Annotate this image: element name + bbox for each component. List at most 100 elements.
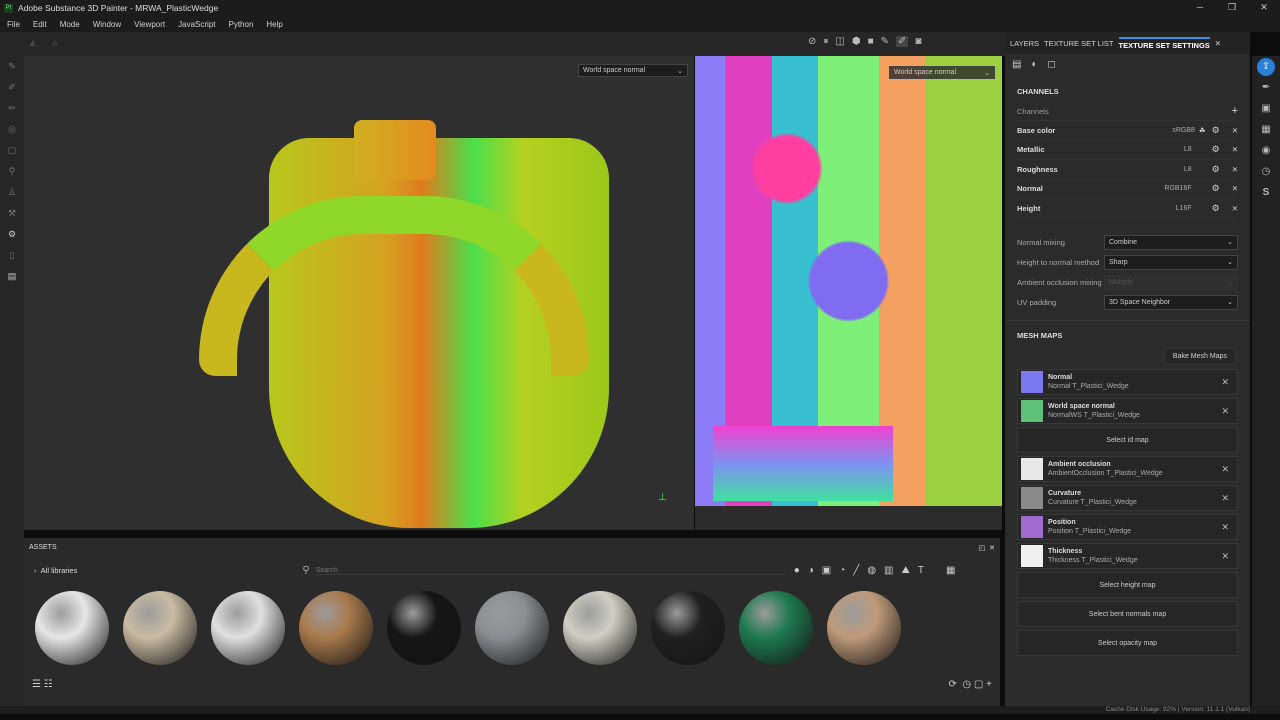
channel-row[interactable]: Roughness L8 ⚙ ✕ [1017, 160, 1238, 180]
remove-channel-icon[interactable]: ✕ [1232, 126, 1238, 135]
substance-icon[interactable]: S [1252, 182, 1280, 203]
menu-edit[interactable]: Edit [33, 20, 47, 29]
channel-format[interactable]: L8 [1132, 146, 1192, 153]
remove-map-icon[interactable]: ✕ [1221, 551, 1229, 562]
mesh-map-item[interactable]: Ambient occlusion AmbientOcclusion T_Plas… [1017, 456, 1238, 483]
asset-item[interactable]: cement_debris_06 [644, 591, 732, 671]
shader-icon[interactable]: ◉ [1252, 140, 1280, 161]
hide-icon[interactable]: ⊘ [808, 36, 816, 47]
channel-format[interactable]: L16F [1132, 205, 1192, 212]
eraser-tool-icon[interactable]: ✐ [0, 77, 24, 98]
select-map-button[interactable]: Select opacity map [1017, 630, 1238, 657]
select-map-button[interactable]: Select bent normals map [1017, 601, 1238, 628]
polyfill-tool-icon[interactable]: ⚒ [0, 203, 24, 224]
bake-tool-icon[interactable]: ⚙ [0, 224, 24, 245]
sort-icon[interactable]: ☰ [32, 679, 41, 690]
asset-item[interactable]: Bandage [204, 591, 292, 671]
menu-mode[interactable]: Mode [60, 20, 80, 29]
asset-item[interactable]: Carbon Fiber [380, 591, 468, 671]
view-mode-dropdown[interactable]: World space normal ⌄ [578, 64, 688, 77]
filter-particles-icon[interactable]: ◍ [867, 565, 876, 576]
remove-channel-icon[interactable]: ✕ [1232, 145, 1238, 154]
filter-alphas-icon[interactable]: ▥ [884, 565, 893, 576]
channel-format[interactable]: sRGB8 [1135, 127, 1195, 134]
expand-libraries-icon[interactable]: › [34, 566, 37, 575]
asset-item[interactable]: Autumn Leaf [28, 591, 116, 671]
select-map-button[interactable]: Select height map [1017, 572, 1238, 599]
filter-textures-icon[interactable]: ▣ [822, 565, 831, 576]
mesh-map-item[interactable]: Position Position T_Plastici_Wedge ✕ [1017, 514, 1238, 541]
menu-javascript[interactable]: JavaScript [178, 20, 215, 29]
history-icon[interactable]: ◷ [1252, 161, 1280, 182]
material-sphere-icon[interactable]: ◐ [1031, 59, 1037, 71]
geometry-tool-icon[interactable]: ◎ [0, 119, 24, 140]
uv-icon[interactable]: ◻ [1048, 59, 1056, 71]
channel-settings-icon[interactable]: ⚙ [1212, 203, 1220, 214]
asset-item[interactable]: circuit_board_keybo... [732, 591, 820, 671]
report-tool-icon[interactable]: ▤ [0, 266, 24, 287]
remove-map-icon[interactable]: ✕ [1221, 522, 1229, 533]
float-icon[interactable]: ◰ [979, 545, 986, 552]
list-icon[interactable]: ☷ [44, 679, 53, 690]
asset-item[interactable]: Baked Lighting Mate... [116, 591, 204, 671]
add-channel-icon[interactable]: + [1232, 105, 1238, 117]
material-icon[interactable]: ⬢ [852, 36, 861, 47]
viewport-uv[interactable]: World space normal ⌄ [695, 56, 1002, 530]
filter-brushes-icon[interactable]: ╱ [853, 565, 859, 576]
filter-materials-icon[interactable]: ● [794, 565, 800, 576]
close-button[interactable]: ✕ [1248, 0, 1280, 16]
all-libraries[interactable]: All libraries [41, 566, 78, 575]
export-icon[interactable]: ⇪ [1252, 56, 1280, 77]
setting-dropdown[interactable]: Combine ⌄ [1104, 234, 1238, 250]
asset-search-input[interactable] [315, 566, 786, 575]
remove-channel-icon[interactable]: ✕ [1232, 204, 1238, 213]
remove-map-icon[interactable]: ✕ [1221, 493, 1229, 504]
mesh-map-item[interactable]: Thickness Thickness T_Plastici_Wedge ✕ [1017, 543, 1238, 570]
asset-item[interactable]: cast_iron [468, 591, 556, 671]
filter-fonts-icon[interactable]: T [918, 565, 924, 576]
filter-smart-materials-icon[interactable]: ◑ [808, 565, 814, 576]
channel-settings-icon[interactable]: ⚙ [1212, 183, 1220, 194]
channel-row[interactable]: Height L16F ⚙ ✕ [1017, 199, 1238, 219]
menu-file[interactable]: File [7, 20, 20, 29]
bake-mesh-maps-button[interactable]: Bake Mesh Maps [1163, 348, 1236, 366]
menu-python[interactable]: Python [229, 20, 254, 29]
asset-item[interactable]: Bone [292, 591, 380, 671]
picker-tool-icon[interactable]: ♙ [0, 182, 24, 203]
light-icon[interactable]: ✎ [881, 36, 889, 47]
filter-filters-icon[interactable]: ◔ [839, 565, 845, 576]
mesh-map-item[interactable]: Curvature Curvature T_Plastici_Wedge ✕ [1017, 485, 1238, 512]
paint-icon[interactable]: ✐ [896, 36, 909, 47]
channel-row[interactable]: Normal RGB16F ⚙ ✕ [1017, 180, 1238, 199]
channel-row[interactable]: Metallic L8 ⚙ ✕ [1017, 141, 1238, 161]
channel-settings-icon[interactable]: ⚙ [1212, 144, 1220, 155]
settings-icon[interactable]: ▤ [1012, 59, 1021, 71]
remove-map-icon[interactable]: ✕ [1221, 464, 1229, 475]
viewport-3d[interactable]: World space normal ⌄ ⊥ [24, 56, 694, 530]
measure-tool-icon[interactable]: ▯ [0, 245, 24, 266]
smudge-tool-icon[interactable]: ▢ [0, 140, 24, 161]
redo-icon[interactable]: ◬ [52, 38, 58, 47]
asset-item[interactable]: Clay Earthenware [820, 591, 908, 671]
channel-settings-icon[interactable]: ⚙ [1212, 125, 1220, 136]
tab-texture-set-settings[interactable]: TEXTURE SET SETTINGS [1118, 36, 1210, 50]
add-icon[interactable]: + [986, 679, 992, 690]
remove-map-icon[interactable]: ✕ [1221, 406, 1229, 417]
close-tab-icon[interactable]: ✕ [1215, 39, 1221, 48]
maximize-button[interactable]: ❐ [1216, 0, 1248, 16]
menu-viewport[interactable]: Viewport [134, 20, 165, 29]
color-profile-icon[interactable]: ☘ [1199, 126, 1206, 135]
remove-map-icon[interactable]: ✕ [1221, 377, 1229, 388]
paint-tool-icon[interactable]: ✎ [0, 56, 24, 77]
filter-environments-icon[interactable]: ⛰ [902, 565, 910, 576]
clone-tool-icon[interactable]: ⚲ [0, 161, 24, 182]
tab-layers[interactable]: LAYERS [1010, 39, 1039, 48]
minimize-button[interactable]: ─ [1184, 0, 1216, 16]
remove-channel-icon[interactable]: ✕ [1232, 184, 1238, 193]
undo-icon[interactable]: ◭ [30, 38, 36, 47]
projection-tool-icon[interactable]: ✏ [0, 98, 24, 119]
screenshot-icon[interactable]: ◙ [915, 36, 921, 47]
channel-format[interactable]: L8 [1132, 166, 1192, 173]
setting-dropdown[interactable]: Sharp ⌄ [1104, 254, 1238, 270]
menu-help[interactable]: Help [266, 20, 282, 29]
